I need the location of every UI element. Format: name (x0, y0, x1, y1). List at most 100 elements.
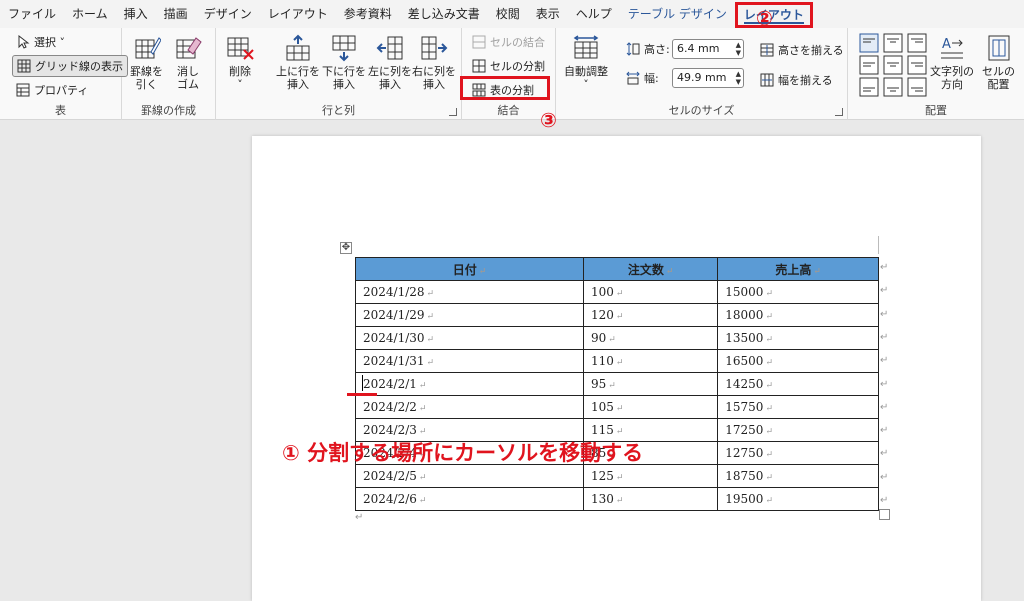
cell-text: 95 (591, 377, 607, 391)
split-cells-icon (472, 59, 486, 73)
row-end-mark-icon: ↵ (880, 401, 889, 413)
row-end-mark-icon: ↵ (880, 425, 889, 437)
merge-cells-label: セルの結合 (490, 36, 545, 49)
distribute-cols-button[interactable]: 幅を揃える (760, 72, 833, 88)
tab-references[interactable]: 参考資料 (336, 0, 400, 28)
tab-insert[interactable]: 挿入 (116, 0, 156, 28)
cell-sales[interactable]: 15000 ↵ (717, 280, 879, 304)
cell-orders[interactable]: 130 ↵ (583, 487, 719, 511)
sales-table[interactable]: 日付 ↵ 注文数 ↵ 売上高 ↵ 2024/1/28 ↵ 100 ↵ 15000 ↵ 2024/1… (354, 257, 879, 511)
insert-right-button[interactable]: 右に列を 挿入 (412, 34, 456, 91)
cell-date[interactable]: 2024/2/6 ↵ (354, 487, 585, 511)
cell-orders[interactable]: 110 ↵ (583, 349, 719, 373)
merge-cells-button[interactable]: セルの結合 (472, 34, 545, 50)
cell-text: 90 (591, 331, 607, 345)
tab-mailings[interactable]: 差し込み文書 (400, 0, 488, 28)
tab-table-design[interactable]: テーブル デザイン (620, 0, 735, 28)
cell-date[interactable]: 2024/1/29 ↵ (354, 303, 585, 327)
tab-file[interactable]: ファイル (0, 0, 64, 28)
col-width-spinner-icon[interactable]: ▲ ▼ (736, 70, 741, 86)
merge-cells-icon (472, 35, 486, 49)
tab-draw[interactable]: 描画 (156, 0, 196, 28)
cell-orders[interactable]: 90 ↵ (583, 326, 719, 350)
alignment-grid-icon[interactable] (858, 32, 930, 98)
header-sales[interactable]: 売上高 ↵ (717, 257, 879, 281)
cell-sales[interactable]: 15750 ↵ (717, 395, 879, 419)
row-end-mark-icon: ↵ (880, 471, 889, 483)
row-height-label-wrap: 高さ: (626, 41, 670, 57)
col-width-icon (626, 71, 640, 85)
header-date[interactable]: 日付 ↵ (354, 257, 585, 281)
cell-sales[interactable]: 19500 ↵ (717, 487, 879, 511)
cell-orders[interactable]: 100 ↵ (583, 280, 719, 304)
cell-date[interactable]: 2024/1/30 ↵ (354, 326, 585, 350)
step1-instruction: ① 分割する場所にカーソルを移動する (282, 441, 644, 465)
row-height-spinner-icon[interactable]: ▲ ▼ (736, 41, 741, 57)
col-width-input[interactable]: 49.9 mm ▲ ▼ (672, 68, 744, 88)
gridlines-toggle[interactable]: グリッド線の表示 (12, 55, 128, 77)
distribute-rows-button[interactable]: 高さを揃える (760, 42, 844, 58)
group-rows-columns: 削除 ˅ 上に行を 挿入 下に行を 挿入 左に列を 挿入 右に列を 挿入 行と列 (216, 28, 462, 120)
cell-sales[interactable]: 18000 ↵ (717, 303, 879, 327)
insert-above-button[interactable]: 上に行を 挿入 (276, 34, 320, 91)
tab-home[interactable]: ホーム (64, 0, 116, 28)
tab-view[interactable]: 表示 (528, 0, 568, 28)
cell-text: 2024/2/3 (363, 423, 417, 437)
table-resize-handle-icon[interactable] (879, 509, 890, 520)
cell-orders[interactable]: 125 ↵ (583, 464, 719, 488)
cell-orders[interactable]: 120 ↵ (583, 303, 719, 327)
insert-above-line2: 挿入 (287, 78, 309, 91)
properties-button[interactable]: プロパティ (16, 82, 88, 98)
cell-orders[interactable]: 95 ↵ (583, 372, 719, 396)
table-row: 2024/1/28 ↵ 100 ↵ 15000 ↵ (354, 280, 879, 304)
cell-sales[interactable]: 18750 ↵ (717, 464, 879, 488)
cell-sales[interactable]: 16500 ↵ (717, 349, 879, 373)
text-direction-line2: 方向 (941, 78, 963, 91)
delete-button[interactable]: 削除 ˅ (226, 34, 254, 91)
cell-date[interactable]: 2024/2/2 ↵ (354, 395, 585, 419)
cell-date[interactable]: 2024/2/1 ↵ (354, 372, 585, 396)
group-draw-label: 罫線の作成 (141, 104, 196, 117)
cell-text: 105 (591, 400, 614, 414)
cell-date[interactable]: 2024/1/28 ↵ (354, 280, 585, 304)
table-row: 2024/2/6 ↵ 130 ↵ 19500 ↵ (354, 487, 879, 511)
cell-date[interactable]: 2024/1/31 ↵ (354, 349, 585, 373)
autofit-button[interactable]: 自動調整 ˅ (564, 34, 608, 91)
tab-help[interactable]: ヘルプ (568, 0, 620, 28)
cell-text: 14250 (725, 377, 764, 391)
cell-margins-button[interactable]: セルの 配置 (982, 34, 1015, 91)
cell-date[interactable]: 2024/2/5 ↵ (354, 464, 585, 488)
cell-sales[interactable]: 12750 ↵ (717, 441, 879, 465)
tab-design[interactable]: デザイン (196, 0, 260, 28)
cell-size-dialog-launcher[interactable] (835, 108, 843, 116)
cell-sales[interactable]: 14250 ↵ (717, 372, 879, 396)
cell-sales[interactable]: 13500 ↵ (717, 326, 879, 350)
insert-left-button[interactable]: 左に列を 挿入 (368, 34, 412, 91)
insert-below-button[interactable]: 下に行を 挿入 (322, 34, 366, 91)
row-height-input[interactable]: 6.4 mm ▲ ▼ (672, 39, 744, 59)
text-direction-button[interactable]: A 文字列の 方向 (930, 34, 974, 91)
draw-table-button[interactable]: 罫線を 引く (130, 34, 163, 91)
cell-end-mark-icon: ↵ (418, 381, 427, 391)
tab-page-layout[interactable]: レイアウト (260, 0, 336, 28)
cell-sales[interactable]: 17250 ↵ (717, 418, 879, 442)
cell-orders[interactable]: 105 ↵ (583, 395, 719, 419)
distribute-cols-label: 幅を揃える (778, 74, 833, 87)
table-move-handle-icon[interactable]: ✥ (340, 242, 352, 254)
header-orders[interactable]: 注文数 ↵ (583, 257, 719, 281)
group-table: 選択 ˅ グリッド線の表示 プロパティ 表 (0, 28, 128, 120)
text-direction-line1: 文字列の (930, 65, 974, 78)
tab-table-layout[interactable]: レイアウト (734, 1, 813, 28)
insert-below-line2: 挿入 (333, 78, 355, 91)
split-cells-button[interactable]: セルの分割 (472, 58, 545, 74)
tab-review[interactable]: 校閲 (488, 0, 528, 28)
delete-line2: ˅ (237, 78, 243, 91)
table-row: 2024/2/1 ↵ 95 ↵ 14250 ↵ (354, 372, 879, 396)
step3-marker: ③ (540, 108, 557, 132)
eraser-button[interactable]: 消し ゴム (174, 34, 202, 91)
select-button[interactable]: 選択 ˅ (16, 34, 65, 50)
cell-text: 2024/2/6 (363, 492, 417, 506)
row-end-mark-icon: ↵ (880, 308, 889, 320)
rows-columns-dialog-launcher[interactable] (449, 108, 457, 116)
cell-end-mark-icon: ↵ (608, 381, 616, 391)
